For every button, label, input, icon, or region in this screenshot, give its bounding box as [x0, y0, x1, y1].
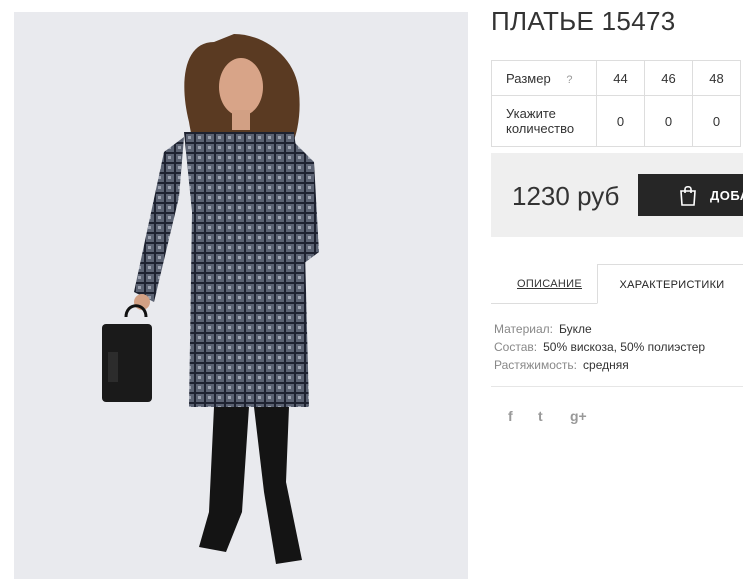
quantity-input-44[interactable]: 0	[596, 95, 645, 147]
twitter-icon[interactable]: t	[538, 408, 543, 424]
characteristic-row: Состав: 50% вискоза, 50% полиэстер	[494, 338, 705, 356]
facebook-icon[interactable]: f	[508, 408, 513, 424]
characteristic-key: Растяжимость:	[494, 358, 578, 372]
characteristic-value: Букле	[558, 322, 592, 336]
shopping-bag-icon	[676, 183, 700, 212]
help-icon[interactable]: ?	[566, 74, 572, 86]
size-46: 46	[644, 60, 693, 96]
characteristic-key: Материал:	[494, 322, 553, 336]
google-plus-icon[interactable]: g+	[570, 408, 587, 424]
size-label-cell: Размер ?	[491, 60, 597, 96]
size-48: 48	[692, 60, 741, 96]
divider	[491, 386, 743, 387]
add-to-cart-label: ДОБА	[710, 188, 743, 203]
quantity-input-48[interactable]: 0	[692, 95, 741, 147]
size-table: Размер ? 44 46 48 Укажите количество 0 0…	[491, 60, 741, 147]
tab-description[interactable]: ОПИСАНИЕ	[517, 278, 582, 290]
quantity-label: Укажите количество	[491, 95, 597, 147]
product-tabs: ОПИСАНИЕ ХАРАКТЕРИСТИКИ	[491, 264, 743, 304]
characteristic-key: Состав:	[494, 340, 538, 354]
price: 1230 руб	[512, 181, 620, 211]
size-label: Размер	[506, 70, 551, 86]
characteristics-list: Материал: Букле Состав: 50% вискоза, 50% п…	[494, 320, 705, 374]
product-title: ПЛАТЬЕ 15473	[491, 6, 676, 36]
characteristic-row: Материал: Букле	[494, 320, 705, 338]
product-photo[interactable]	[14, 12, 468, 579]
characteristic-value: 50% вискоза, 50% полиэстер	[543, 340, 706, 354]
price-box: 1230 руб ДОБА	[491, 153, 743, 237]
add-to-cart-button[interactable]: ДОБА	[638, 174, 743, 216]
quantity-input-46[interactable]: 0	[644, 95, 693, 147]
characteristic-value: средняя	[583, 358, 629, 372]
characteristic-row: Растяжимость: средняя	[494, 356, 705, 374]
tab-characteristics[interactable]: ХАРАКТЕРИСТИКИ	[597, 264, 743, 304]
size-44: 44	[596, 60, 645, 96]
